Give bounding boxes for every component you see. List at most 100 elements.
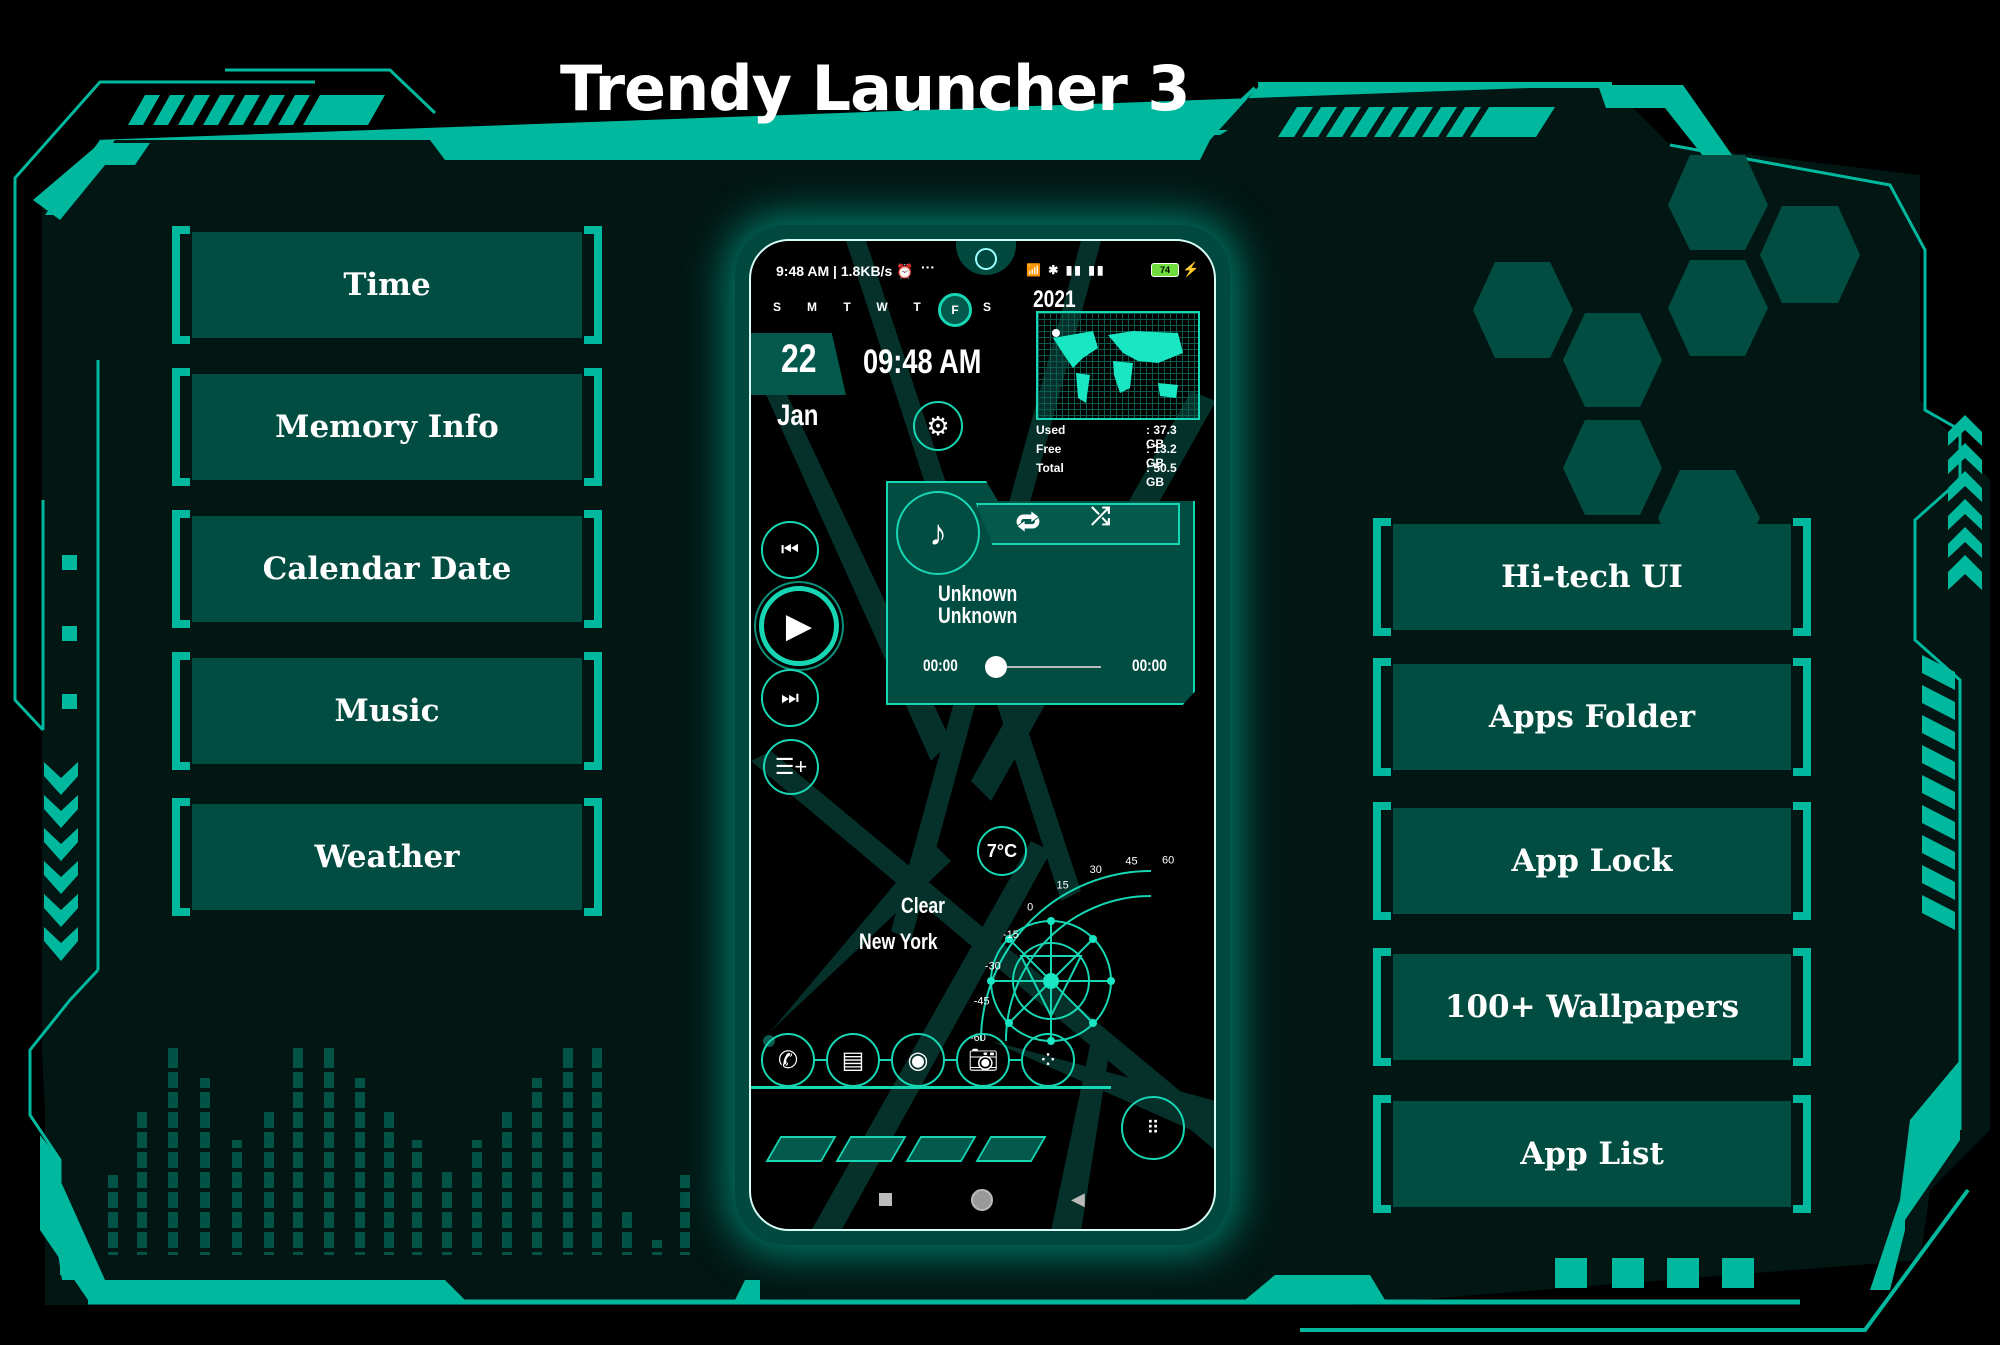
feature-button-hi-tech-ui[interactable]: Hi-tech UI	[1373, 518, 1811, 636]
page-dot[interactable]	[905, 1136, 977, 1162]
weather-city: New York	[859, 929, 938, 954]
signal-icon: ▮▮	[1088, 263, 1106, 277]
back-button[interactable]: ◀	[1071, 1189, 1085, 1210]
gauge-tick-label: 60	[1162, 855, 1174, 867]
messages-dock-button[interactable]: ▤	[826, 1033, 880, 1087]
weekday-3: W	[876, 300, 888, 314]
total-duration: 00:00	[1132, 656, 1167, 675]
charging-icon: ⚡	[1182, 261, 1200, 277]
chrome-dock-button[interactable]: ◉	[891, 1033, 945, 1087]
world-map-widget[interactable]	[1036, 311, 1200, 420]
skip-previous-icon: ⏮	[781, 538, 799, 561]
calendar-day: 22	[781, 337, 817, 381]
stripes-top-right	[1278, 107, 1555, 137]
feature-label: Hi-tech UI	[1501, 559, 1683, 595]
feature-button-app-lock[interactable]: App Lock	[1373, 802, 1811, 920]
camera-dock-button[interactable]: 📷︎	[956, 1033, 1010, 1087]
social-folder-dock-button[interactable]: ⁘	[1021, 1033, 1075, 1087]
repeat-icon: 🔁︎	[1016, 510, 1040, 537]
shuffle-icon: ⤮	[1091, 503, 1111, 530]
memory-value: : 50.5 GB	[1146, 461, 1177, 489]
weekday-5: F	[938, 293, 972, 327]
feature-label: Music	[334, 693, 440, 729]
wifi-icon: 📶	[1026, 263, 1043, 277]
status-more: ···	[921, 259, 935, 275]
repeat-button[interactable]: 🔁︎	[1016, 503, 1040, 539]
app-drawer-button[interactable]: ⠿	[1121, 1096, 1185, 1160]
bluetooth-icon: ✱	[1048, 263, 1061, 277]
gauge-tick-label: -45	[974, 996, 990, 1008]
feature-label: Memory Info	[275, 409, 499, 445]
feature-button-music[interactable]: Music	[172, 652, 602, 770]
feature-button-app-list[interactable]: App List	[1373, 1095, 1811, 1213]
app-title: Trendy Launcher 3	[560, 52, 1190, 125]
shuffle-button[interactable]: ⤮	[1091, 503, 1110, 531]
page-dot[interactable]	[765, 1136, 837, 1162]
skip-next-icon: ⏭	[781, 686, 799, 709]
dock-divider	[751, 1086, 1111, 1089]
weekday-strip: SMTWTFS	[763, 293, 993, 327]
recents-button[interactable]	[879, 1193, 892, 1206]
page-dot[interactable]	[835, 1136, 907, 1162]
memory-label: Free	[1036, 442, 1062, 456]
feature-button-wallpapers[interactable]: 100+ Wallpapers	[1373, 948, 1811, 1066]
weekday-0: S	[772, 300, 781, 314]
home-button[interactable]	[971, 1189, 993, 1211]
clock-time: 09:48 AM	[863, 343, 982, 381]
phone-mockup: 9:48 AM | 1.8KB/s ⏰ ··· 📶 ✱ ▮▮ ▮▮ 74 ⚡ S…	[735, 225, 1230, 1245]
chrome-icon: ◉	[907, 1046, 929, 1074]
track-artist: Unknown	[938, 603, 1018, 628]
page-indicator	[765, 1136, 1047, 1162]
camera-icon: 📷︎	[967, 1046, 999, 1074]
gauge-tick-label: -30	[985, 961, 1001, 973]
dock-connector	[878, 1059, 891, 1061]
album-art: ♪	[896, 491, 980, 575]
feature-label: App Lock	[1511, 843, 1673, 879]
phone-dock-button[interactable]: ✆	[761, 1033, 815, 1087]
feature-button-apps-folder[interactable]: Apps Folder	[1373, 658, 1811, 776]
previous-track-button[interactable]: ⏮	[761, 521, 819, 579]
settings-button[interactable]: ⚙	[913, 401, 963, 451]
dock-connector	[813, 1059, 826, 1061]
feature-button-memory-info[interactable]: Memory Info	[172, 368, 602, 486]
play-icon: ▶	[785, 607, 813, 645]
phone-screen: 9:48 AM | 1.8KB/s ⏰ ··· 📶 ✱ ▮▮ ▮▮ 74 ⚡ S…	[749, 239, 1216, 1231]
weekday-1: M	[807, 300, 817, 314]
calendar-month: Jan	[777, 399, 819, 432]
music-note-icon: ♪	[929, 512, 947, 553]
signal-icon: ▮▮	[1065, 263, 1083, 277]
social-folder-icon: ⁘	[1037, 1046, 1059, 1074]
memory-row: Free: 13.2 GB	[1036, 442, 1196, 470]
feature-label: Weather	[314, 839, 460, 875]
playlist-add-icon: ☰+	[774, 754, 808, 779]
weekday-4: T	[913, 300, 921, 314]
seek-bar[interactable]	[985, 656, 1101, 678]
next-track-button[interactable]: ⏭	[761, 669, 819, 727]
add-to-playlist-button[interactable]: ☰+	[763, 739, 819, 795]
world-map-icon	[1052, 329, 1183, 403]
status-net-speed: 1.8KB/s	[840, 263, 893, 279]
memory-label: Used	[1036, 423, 1066, 437]
feature-button-weather[interactable]: Weather	[172, 798, 602, 916]
seek-thumb[interactable]	[985, 656, 1007, 678]
memory-row: Total : 50.5 GB	[1036, 461, 1196, 489]
dock-connector	[943, 1059, 956, 1061]
feature-label: Time	[343, 267, 431, 303]
feature-button-time[interactable]: Time	[172, 226, 602, 344]
feature-label: 100+ Wallpapers	[1444, 989, 1740, 1025]
feature-button-calendar-date[interactable]: Calendar Date	[172, 510, 602, 628]
calendar-year: 2021	[1033, 286, 1076, 313]
gauge-tick-label: 45	[1125, 855, 1137, 867]
play-button[interactable]: ▶	[759, 586, 839, 666]
stripes-top-left	[128, 95, 385, 125]
gauge-tick-label: 15	[1056, 879, 1068, 891]
battery-icon: 74	[1151, 263, 1179, 277]
gear-icon: ⚙	[926, 410, 950, 441]
status-time: 9:48 AM	[776, 263, 830, 279]
weekday-2: T	[843, 300, 851, 314]
feature-label: App List	[1520, 1136, 1664, 1172]
gauge-tick-label: -15	[1003, 929, 1019, 941]
gauge-tick-label: 0	[1027, 901, 1033, 913]
dock-connector	[1008, 1059, 1021, 1061]
memory-label: Total	[1036, 461, 1064, 475]
